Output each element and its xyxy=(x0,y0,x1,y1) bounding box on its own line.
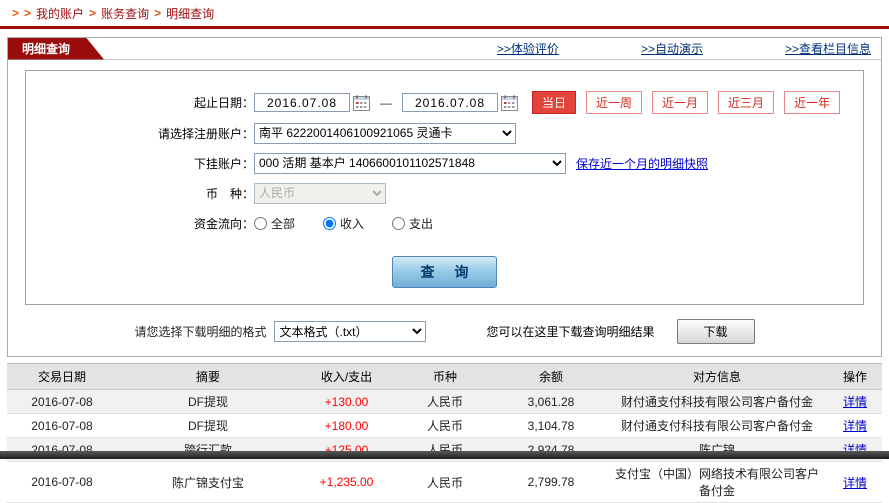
breadcrumb-arrow: > xyxy=(24,6,32,20)
calendar-icon xyxy=(352,95,370,111)
fund-flow-options: 全部 收入 支出 xyxy=(254,215,461,232)
cell-balance: 3,104.78 xyxy=(496,413,606,438)
currency-select: 人民币 xyxy=(254,182,386,204)
cell-summary: 陈广锦支付宝 xyxy=(117,461,299,503)
transactions-table: 交易日期 摘要 收入/支出 币种 余额 对方信息 操作 2016-07-08 D… xyxy=(7,363,882,503)
cell-balance: 2,799.78 xyxy=(496,461,606,503)
cell-currency: 人民币 xyxy=(394,461,496,503)
fund-flow-expense-label: 支出 xyxy=(409,216,434,231)
save-monthly-snapshot-link[interactable]: 保存近一个月的明细快照 xyxy=(576,155,708,172)
breadcrumb-arrow: > xyxy=(89,6,97,20)
main-panel: 明细查询 >>体验评价 >>自动演示 >>查看栏目信息 起止日期： — xyxy=(7,37,882,357)
download-row: 请您选择下载明细的格式 文本格式（.txt） 您可以在这里下载查询明细结果 下载 xyxy=(8,315,881,356)
fund-flow-all-label: 全部 xyxy=(271,216,296,231)
cell-balance: 3,061.28 xyxy=(496,389,606,414)
cell-amount: +130.00 xyxy=(299,389,394,414)
calendar-icon xyxy=(500,95,518,111)
date-range-row: 起止日期： — xyxy=(26,91,863,114)
currency-row: 币 种： 人民币 xyxy=(26,182,863,204)
quick-range-month-button[interactable]: 近一月 xyxy=(652,91,709,114)
breadcrumb-link-account-query[interactable]: 账务查询 xyxy=(101,5,149,22)
quick-range-week-button[interactable]: 近一周 xyxy=(586,91,643,114)
table-header-row: 交易日期 摘要 收入/支出 币种 余额 对方信息 操作 xyxy=(7,363,882,390)
breadcrumb-link-detail-query[interactable]: 明细查询 xyxy=(166,5,214,22)
quick-range-buttons: 当日 近一周 近一月 近三月 近一年 xyxy=(532,91,841,114)
sub-account-select[interactable]: 000 活期 基本户 1406600101102571848 xyxy=(254,152,566,174)
fund-flow-row: 资金流向： 全部 收入 支出 xyxy=(26,212,863,234)
quick-range-today-button[interactable]: 当日 xyxy=(532,91,577,114)
query-button[interactable]: 查 询 xyxy=(391,256,498,288)
download-format-select[interactable]: 文本格式（.txt） xyxy=(274,321,427,342)
cell-summary: DF提现 xyxy=(117,389,299,414)
start-date-input[interactable] xyxy=(254,93,350,112)
fund-flow-all-option[interactable]: 全部 xyxy=(254,215,295,232)
fund-flow-income-radio[interactable] xyxy=(323,216,337,230)
fund-flow-income-label: 收入 xyxy=(340,216,365,231)
breadcrumb-link-my-account[interactable]: 我的账户 xyxy=(36,5,84,22)
breadcrumb: > > 我的账户 > 账务查询 > 明细查询 xyxy=(0,0,889,26)
col-header-currency: 币种 xyxy=(394,363,496,390)
detail-link[interactable]: 详情 xyxy=(843,419,867,433)
sub-account-label: 下挂账户： xyxy=(193,156,254,171)
cell-summary: DF提现 xyxy=(117,413,299,438)
cell-date: 2016-07-08 xyxy=(7,413,117,438)
fund-flow-income-option[interactable]: 收入 xyxy=(323,215,364,232)
col-header-summary: 摘要 xyxy=(117,363,299,390)
date-range-label: 起止日期： xyxy=(193,96,254,110)
table-row: 2016-07-08 DF提现 +130.00 人民币 3,061.28 财付通… xyxy=(7,389,882,414)
detail-link[interactable]: 详情 xyxy=(843,476,867,490)
download-hint: 您可以在这里下载查询明细结果 xyxy=(486,325,655,339)
registered-account-row: 请选择注册账户： 南平 6222001406100921065 灵通卡 xyxy=(26,122,863,144)
col-header-counterparty: 对方信息 xyxy=(606,363,828,390)
auto-demo-link[interactable]: >>自动演示 xyxy=(641,40,703,57)
start-date-calendar-icon[interactable] xyxy=(352,94,370,111)
currency-label: 币 种： xyxy=(205,186,254,201)
panel-header: 明细查询 >>体验评价 >>自动演示 >>查看栏目信息 xyxy=(8,38,881,60)
cell-amount: +1,235.00 xyxy=(299,461,394,503)
download-button[interactable]: 下载 xyxy=(676,319,755,344)
end-date-input[interactable] xyxy=(402,93,498,112)
col-header-action: 操作 xyxy=(828,363,882,390)
download-format-label: 请您选择下载明细的格式 xyxy=(134,325,267,339)
quick-range-quarter-button[interactable]: 近三月 xyxy=(718,91,775,114)
view-column-info-link[interactable]: >>查看栏目信息 xyxy=(785,40,871,57)
cell-counterparty: 财付通支付科技有限公司客户备付金 xyxy=(606,413,828,438)
experience-rating-link[interactable]: >>体验评价 xyxy=(497,40,559,57)
quick-range-year-button[interactable]: 近一年 xyxy=(784,91,841,114)
registered-account-select[interactable]: 南平 6222001406100921065 灵通卡 xyxy=(254,122,516,144)
fund-flow-expense-radio[interactable] xyxy=(392,216,406,230)
detail-link[interactable]: 详情 xyxy=(843,395,867,409)
end-date-calendar-icon[interactable] xyxy=(500,94,518,111)
registered-account-label: 请选择注册账户： xyxy=(157,126,254,141)
col-header-date: 交易日期 xyxy=(7,363,117,390)
breadcrumb-arrow: > xyxy=(12,6,20,20)
table-row: 2016-07-08 DF提现 +180.00 人民币 3,104.78 财付通… xyxy=(7,413,882,438)
panel-title-tab: 明细查询 xyxy=(8,38,104,60)
fund-flow-label: 资金流向： xyxy=(193,216,254,231)
cell-counterparty: 财付通支付科技有限公司客户备付金 xyxy=(606,389,828,414)
date-range-separator: — xyxy=(380,95,392,110)
cell-date: 2016-07-08 xyxy=(7,461,117,503)
cell-currency: 人民币 xyxy=(394,413,496,438)
cell-currency: 人民币 xyxy=(394,389,496,414)
fund-flow-all-radio[interactable] xyxy=(254,216,267,230)
sub-account-row: 下挂账户： 000 活期 基本户 1406600101102571848 保存近… xyxy=(26,152,863,174)
query-form: 起止日期： — xyxy=(25,70,864,305)
breadcrumb-arrow: > xyxy=(154,6,162,20)
cell-date: 2016-07-08 xyxy=(7,389,117,414)
col-header-amount: 收入/支出 xyxy=(299,363,394,390)
top-divider xyxy=(0,26,889,29)
panel-header-links: >>体验评价 >>自动演示 >>查看栏目信息 xyxy=(415,40,881,57)
cell-counterparty: 支付宝（中国）网络技术有限公司客户备付金 xyxy=(606,461,828,503)
bottom-edge-bar xyxy=(0,451,889,459)
fund-flow-expense-option[interactable]: 支出 xyxy=(392,215,433,232)
query-button-row: 查 询 xyxy=(26,256,863,288)
table-row: 2016-07-08 陈广锦支付宝 +1,235.00 人民币 2,799.78… xyxy=(7,461,882,503)
col-header-balance: 余额 xyxy=(496,363,606,390)
cell-amount: +180.00 xyxy=(299,413,394,438)
